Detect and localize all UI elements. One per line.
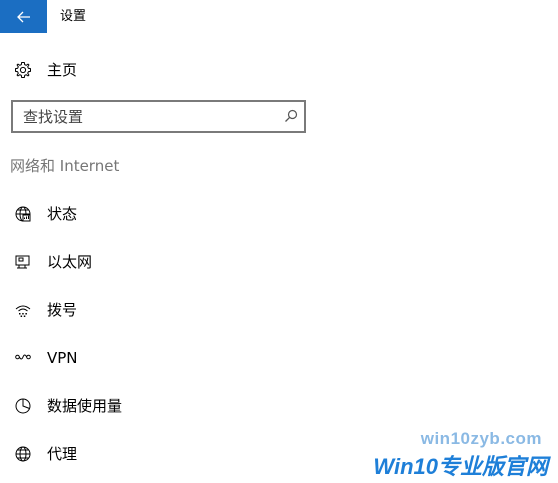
section-heading: 网络和 Internet bbox=[10, 157, 120, 175]
gear-icon bbox=[14, 61, 32, 79]
window-title: 设置 bbox=[60, 9, 87, 24]
home-label: 主页 bbox=[47, 61, 78, 79]
nav-item-ethernet-label: 以太网 bbox=[47, 253, 93, 271]
dialup-icon bbox=[14, 301, 32, 319]
nav-item-data-usage[interactable]: 数据使用量 bbox=[0, 388, 320, 424]
nav-item-vpn[interactable]: VPN bbox=[0, 340, 320, 376]
vpn-icon bbox=[14, 349, 32, 367]
globe-icon bbox=[14, 445, 32, 463]
settings-window: 设置 主页 网络和 Internet bbox=[0, 0, 558, 483]
data-usage-icon bbox=[14, 397, 32, 415]
back-arrow-icon bbox=[16, 11, 30, 22]
back-button[interactable] bbox=[0, 0, 47, 33]
nav-item-dialup[interactable]: 拨号 bbox=[0, 292, 320, 328]
search-input[interactable] bbox=[13, 102, 283, 131]
watermark: win10zyb.com Win10专业版官网 bbox=[350, 423, 550, 483]
globe-status-icon bbox=[14, 205, 32, 223]
watermark-url: win10zyb.com bbox=[420, 429, 542, 448]
nav-item-status-label: 状态 bbox=[47, 205, 78, 223]
nav-item-vpn-label: VPN bbox=[47, 349, 78, 367]
home-nav-item[interactable]: 主页 bbox=[0, 54, 320, 86]
nav-item-proxy[interactable]: 代理 bbox=[0, 436, 320, 472]
nav-item-data-usage-label: 数据使用量 bbox=[47, 397, 123, 415]
nav-item-status[interactable]: 状态 bbox=[0, 196, 320, 232]
nav-item-dialup-label: 拨号 bbox=[47, 301, 78, 319]
search-icon[interactable] bbox=[284, 109, 298, 123]
nav-item-ethernet[interactable]: 以太网 bbox=[0, 244, 320, 280]
nav-item-proxy-label: 代理 bbox=[47, 445, 78, 463]
ethernet-icon bbox=[14, 253, 32, 271]
watermark-brand: Win10专业版官网 bbox=[373, 454, 548, 479]
search-box[interactable] bbox=[11, 100, 306, 133]
title-bar: 设置 bbox=[0, 0, 558, 33]
